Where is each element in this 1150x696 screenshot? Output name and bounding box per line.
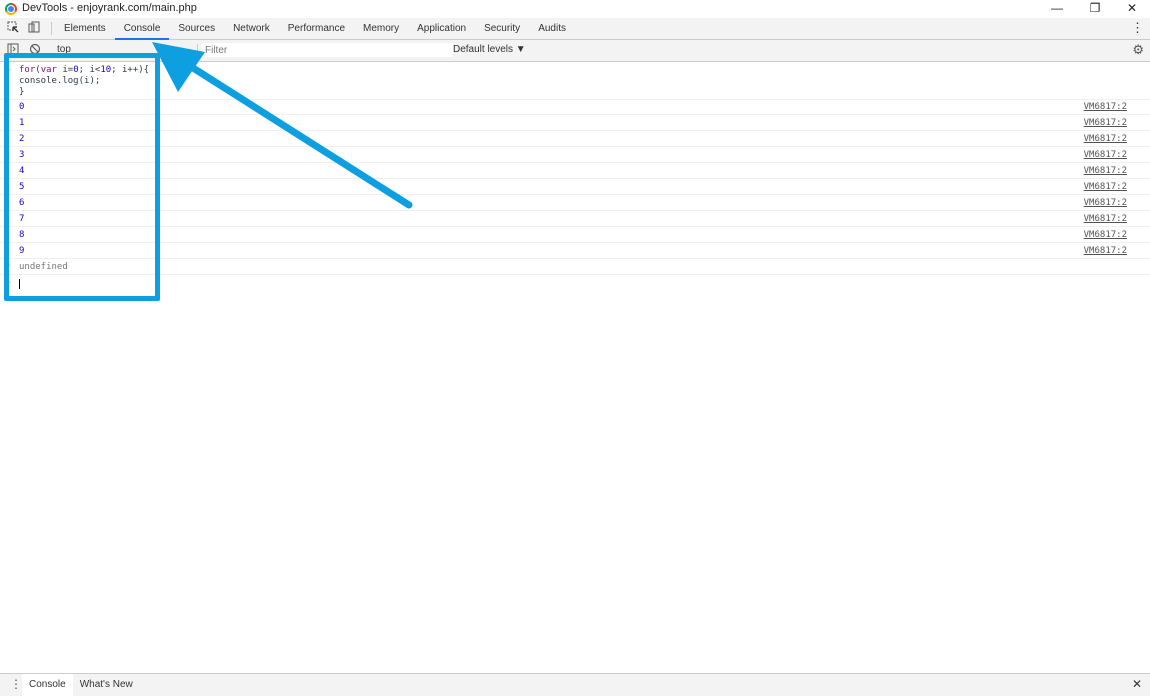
log-source-link[interactable]: VM6817:2: [1084, 166, 1127, 176]
log-value: 5: [19, 182, 25, 192]
log-row: 9 VM6817:2: [0, 243, 1150, 259]
code-line-3: }: [19, 87, 25, 97]
drawer-tab-console[interactable]: Console: [22, 674, 73, 696]
log-value: 6: [19, 198, 25, 208]
log-source-link[interactable]: VM6817:2: [1084, 182, 1127, 192]
result-entry: ‹ undefined: [0, 259, 1150, 275]
toolbar-divider: [197, 44, 198, 57]
log-value: 2: [19, 134, 25, 144]
chrome-logo-icon: [5, 3, 17, 15]
log-source-link[interactable]: VM6817:2: [1084, 230, 1127, 240]
restore-button[interactable]: ❐: [1077, 0, 1113, 18]
log-row: 8 VM6817:2: [0, 227, 1150, 243]
inspect-element-icon[interactable]: [6, 21, 20, 35]
log-value: 8: [19, 230, 25, 240]
console-input-entry: › for(var i=0; i<10; i++){ console.log(i…: [0, 62, 1150, 100]
close-window-button[interactable]: ✕: [1114, 0, 1150, 18]
tab-audits[interactable]: Audits: [529, 18, 575, 39]
minimize-button[interactable]: —: [1039, 0, 1075, 18]
tab-memory[interactable]: Memory: [354, 18, 408, 39]
log-row: 5 VM6817:2: [0, 179, 1150, 195]
code-line-1: for(var i=0; i<10; i++){: [19, 65, 150, 75]
log-value: 7: [19, 214, 25, 224]
log-row: 7 VM6817:2: [0, 211, 1150, 227]
tab-security[interactable]: Security: [475, 18, 529, 39]
log-row: 2 VM6817:2: [0, 131, 1150, 147]
filter-input[interactable]: [201, 43, 453, 57]
console-messages[interactable]: › for(var i=0; i<10; i++){ console.log(i…: [0, 62, 1150, 672]
log-source-link[interactable]: VM6817:2: [1084, 118, 1127, 128]
device-toolbar-icon[interactable]: [27, 21, 41, 35]
log-row: 6 VM6817:2: [0, 195, 1150, 211]
window-title: DevTools - enjoyrank.com/main.php: [22, 2, 197, 14]
log-source-link[interactable]: VM6817:2: [1084, 214, 1127, 224]
log-value: 0: [19, 102, 25, 112]
log-source-link[interactable]: VM6817:2: [1084, 246, 1127, 256]
tab-network[interactable]: Network: [224, 18, 279, 39]
tab-performance[interactable]: Performance: [279, 18, 354, 39]
log-source-link[interactable]: VM6817:2: [1084, 134, 1127, 144]
context-selector[interactable]: top: [57, 44, 71, 55]
log-row: 0 VM6817:2: [0, 99, 1150, 115]
context-dropdown-icon[interactable]: ▼: [154, 44, 162, 53]
drawer-tab-bar: ⋮ Console What's New ✕: [0, 673, 1150, 696]
tab-application[interactable]: Application: [408, 18, 475, 39]
console-prompt[interactable]: ›: [0, 275, 1150, 291]
tab-sources[interactable]: Sources: [169, 18, 224, 39]
console-toolbar: top ▼ Default levels ▼ ⚙: [0, 40, 1150, 62]
drawer-tab-whats-new[interactable]: What's New: [73, 674, 140, 696]
more-options-icon[interactable]: ⋮: [1131, 20, 1144, 36]
code-line-2: console.log(i);: [19, 76, 101, 86]
close-drawer-button[interactable]: ✕: [1132, 677, 1142, 691]
drawer-menu-icon[interactable]: ⋮: [10, 677, 22, 691]
text-caret: [19, 279, 20, 289]
drawer-tabs: Console What's New: [22, 674, 140, 696]
log-row: 1 VM6817:2: [0, 115, 1150, 131]
log-source-link[interactable]: VM6817:2: [1084, 102, 1127, 112]
devtools-tab-bar: Elements Console Sources Network Perform…: [0, 18, 1150, 40]
log-source-link[interactable]: VM6817:2: [1084, 198, 1127, 208]
log-value: 9: [19, 246, 25, 256]
window-title-bar: DevTools - enjoyrank.com/main.php — ❐ ✕: [0, 0, 1150, 18]
prompt-chevron-icon: ›: [7, 278, 13, 288]
log-row: 3 VM6817:2: [0, 147, 1150, 163]
log-value: 3: [19, 150, 25, 160]
result-chevron-icon: ‹: [7, 261, 13, 271]
code-block: for(var i=0; i<10; i++){ console.log(i);…: [19, 65, 149, 98]
log-source-link[interactable]: VM6817:2: [1084, 150, 1127, 160]
panel-tabs: Elements Console Sources Network Perform…: [55, 18, 575, 40]
tab-console[interactable]: Console: [114, 18, 170, 40]
show-sidebar-icon[interactable]: [6, 43, 20, 57]
gear-icon[interactable]: ⚙: [1132, 42, 1144, 58]
log-value: 1: [19, 118, 25, 128]
tab-elements[interactable]: Elements: [55, 18, 115, 39]
log-value: 4: [19, 166, 25, 176]
clear-console-icon[interactable]: [28, 43, 42, 57]
log-levels-dropdown[interactable]: Default levels ▼: [453, 44, 526, 55]
log-row: 4 VM6817:2: [0, 163, 1150, 179]
result-value: undefined: [19, 262, 68, 272]
toolbar-divider: [51, 22, 52, 35]
input-chevron-icon: ›: [7, 65, 13, 75]
